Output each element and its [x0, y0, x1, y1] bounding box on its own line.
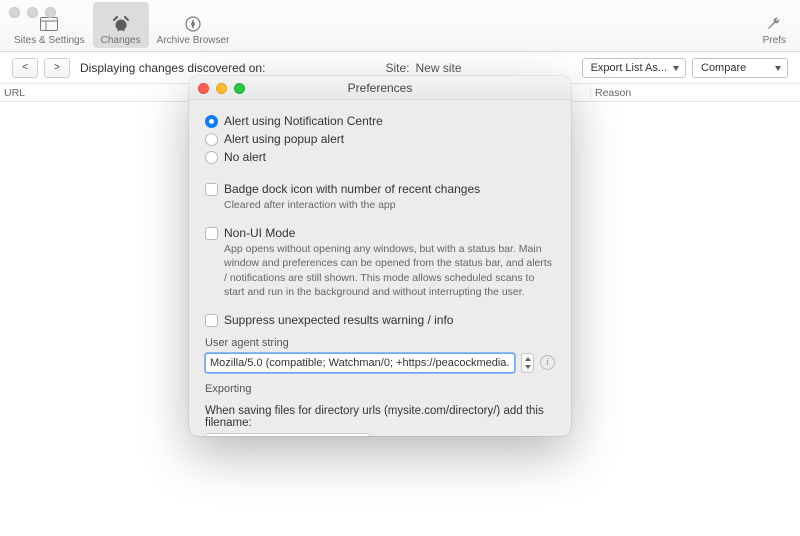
no-alert-label: No alert — [224, 150, 266, 164]
exporting-label: Exporting — [205, 383, 555, 395]
minimize-prefs-button[interactable] — [216, 83, 227, 94]
zoom-window-button[interactable] — [45, 7, 56, 18]
window-controls-main — [9, 7, 56, 18]
alarm-icon — [112, 15, 130, 33]
user-agent-label: User agent string — [205, 337, 555, 349]
alert-popup-radio[interactable] — [205, 133, 218, 146]
user-agent-input[interactable] — [205, 353, 515, 373]
next-button[interactable]: > — [44, 58, 70, 78]
no-alert-radio[interactable] — [205, 151, 218, 164]
preferences-title: Preferences — [348, 81, 413, 95]
alert-notification-label: Alert using Notification Centre — [224, 114, 383, 128]
toolbar-changes[interactable]: Changes — [93, 2, 149, 48]
compare-dropdown[interactable]: Compare — [692, 58, 788, 78]
compass-icon — [184, 15, 202, 33]
suppress-warning-checkbox[interactable] — [205, 314, 218, 327]
column-reason[interactable]: Reason — [590, 87, 800, 99]
displaying-label: Displaying changes discovered on: — [80, 61, 265, 75]
badge-dock-help: Cleared after interaction with the app — [224, 198, 555, 212]
toolbar-label: Prefs — [763, 35, 786, 46]
alert-notification-radio[interactable] — [205, 115, 218, 128]
non-ui-mode-checkbox[interactable] — [205, 227, 218, 240]
info-icon[interactable]: i — [540, 355, 555, 370]
close-prefs-button[interactable] — [198, 83, 209, 94]
badge-dock-label: Badge dock icon with number of recent ch… — [224, 182, 480, 196]
prev-button[interactable]: < — [12, 58, 38, 78]
user-agent-stepper[interactable] — [521, 353, 534, 373]
preferences-titlebar: Preferences — [189, 76, 571, 100]
site-indicator: Site: New site — [386, 61, 462, 75]
window-controls-prefs — [198, 83, 245, 94]
export-description: When saving files for directory urls (my… — [205, 405, 555, 429]
site-value: New site — [416, 61, 462, 75]
toolbar-label: Sites & Settings — [14, 35, 85, 46]
toolbar-prefs[interactable]: Prefs — [755, 2, 794, 48]
toolbar-label: Archive Browser — [157, 35, 230, 46]
filename-input[interactable] — [205, 433, 370, 436]
export-list-dropdown[interactable]: Export List As... — [582, 58, 686, 78]
toolbar: Sites & Settings Changes Archive Browser… — [0, 0, 800, 52]
main-window: Sites & Settings Changes Archive Browser… — [0, 0, 800, 536]
toolbar-label: Changes — [101, 35, 141, 46]
wrench-icon — [765, 15, 783, 33]
preferences-dialog: Preferences Alert using Notification Cen… — [189, 76, 571, 436]
suppress-warning-label: Suppress unexpected results warning / in… — [224, 313, 453, 327]
site-key: Site: — [386, 61, 410, 75]
toolbar-archive-browser[interactable]: Archive Browser — [149, 2, 238, 48]
preferences-body: Alert using Notification Centre Alert us… — [189, 100, 571, 436]
non-ui-mode-help: App opens without opening any windows, b… — [224, 242, 555, 299]
close-window-button[interactable] — [9, 7, 20, 18]
minimize-window-button[interactable] — [27, 7, 38, 18]
badge-dock-checkbox[interactable] — [205, 183, 218, 196]
non-ui-mode-label: Non-UI Mode — [224, 226, 295, 240]
alert-popup-label: Alert using popup alert — [224, 132, 344, 146]
zoom-prefs-button[interactable] — [234, 83, 245, 94]
